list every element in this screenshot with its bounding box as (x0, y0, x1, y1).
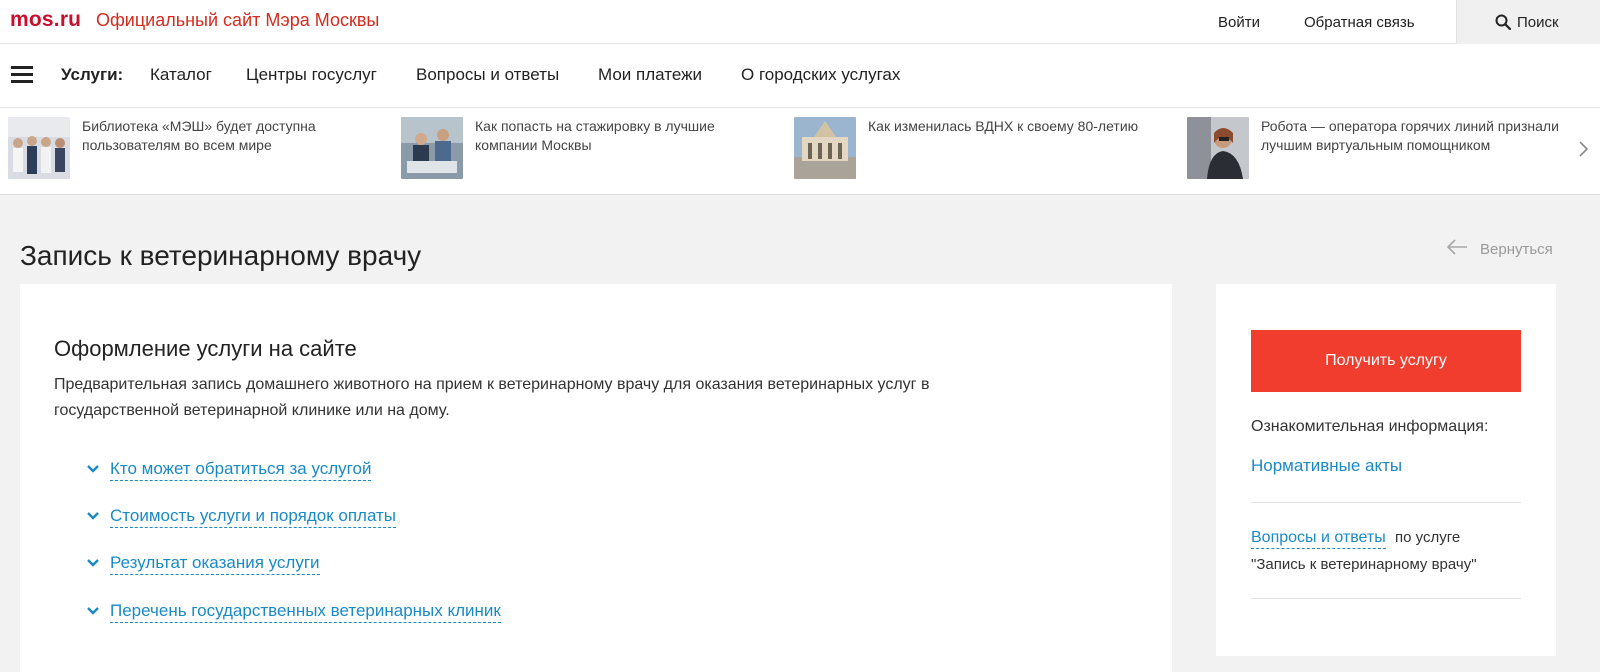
accordion-label: Перечень государственных ветеринарных кл… (110, 600, 501, 623)
page-title: Запись к ветеринарному врачу (20, 240, 422, 271)
section-title: Оформление услуги на сайте (54, 336, 357, 361)
service-card: Оформление услуги на сайте Предварительн… (20, 284, 1172, 672)
nav-item-about-services[interactable]: О городских услугах (741, 65, 900, 85)
nav-item-faq[interactable]: Вопросы и ответы (416, 65, 559, 85)
news-thumbnail (794, 117, 856, 179)
back-link[interactable]: Вернуться (1480, 241, 1553, 258)
news-strip: Библиотека «МЭШ» будет доступна пользова… (0, 108, 1600, 195)
feedback-link[interactable]: Обратная связь (1304, 14, 1415, 31)
divider (1251, 502, 1521, 503)
top-bar: mos.ru Официальный сайт Мэра Москвы Войт… (0, 0, 1600, 44)
news-title: Как изменилась ВДНХ к своему 80-летию (868, 118, 1139, 134)
nav-item-service-centers[interactable]: Центры госуслуг (246, 65, 377, 85)
arrow-left-icon[interactable] (1446, 237, 1468, 257)
search-icon (1495, 14, 1511, 30)
service-description: Предварительная запись домашнего животно… (54, 376, 930, 419)
site-title[interactable]: Официальный сайт Мэра Москвы (96, 10, 379, 31)
divider (1251, 598, 1521, 599)
chevron-down-icon (87, 559, 99, 567)
accordion-label: Кто может обратиться за услугой (110, 458, 372, 481)
faq-service-name: "Запись к ветеринарному врачу" (1251, 556, 1477, 573)
nav-item-catalog[interactable]: Каталог (150, 65, 212, 85)
chevron-down-icon (87, 512, 99, 520)
news-thumbnail (8, 117, 70, 179)
faq-link[interactable]: Вопросы и ответы (1251, 528, 1386, 549)
chevron-down-icon (87, 465, 99, 473)
news-title: Библиотека «МЭШ» будет доступна пользова… (82, 118, 316, 153)
chevron-down-icon (87, 607, 99, 615)
nav-item-payments[interactable]: Мои платежи (598, 65, 702, 85)
search-label: Поиск (1517, 14, 1559, 31)
normative-acts-link[interactable]: Нормативные акты (1251, 456, 1402, 476)
menu-icon[interactable] (11, 66, 33, 84)
news-title: Робота — оператора горячих линий признал… (1261, 118, 1559, 153)
login-link[interactable]: Войти (1218, 14, 1260, 31)
site-logo[interactable]: mos.ru (10, 8, 81, 32)
accordion-label: Результат оказания услуги (110, 552, 320, 575)
search-button[interactable]: Поиск (1456, 0, 1600, 44)
accordion-label: Стоимость услуги и порядок оплаты (110, 505, 397, 528)
news-thumbnail (401, 117, 463, 179)
news-title: Как попасть на стажировку в лучшие компа… (475, 118, 715, 153)
nav-title: Услуги: (61, 65, 124, 84)
get-service-button[interactable]: Получить услугу (1251, 330, 1521, 392)
info-label: Ознакомительная информация: (1251, 418, 1489, 435)
chevron-right-icon[interactable] (1576, 136, 1592, 162)
news-thumbnail (1187, 117, 1249, 179)
services-nav: Услуги: Каталог Центры госуслуг Вопросы … (0, 44, 1600, 108)
faq-suffix: по услуге (1395, 529, 1461, 546)
sidebar-card: Получить услугу Ознакомительная информац… (1216, 284, 1556, 656)
